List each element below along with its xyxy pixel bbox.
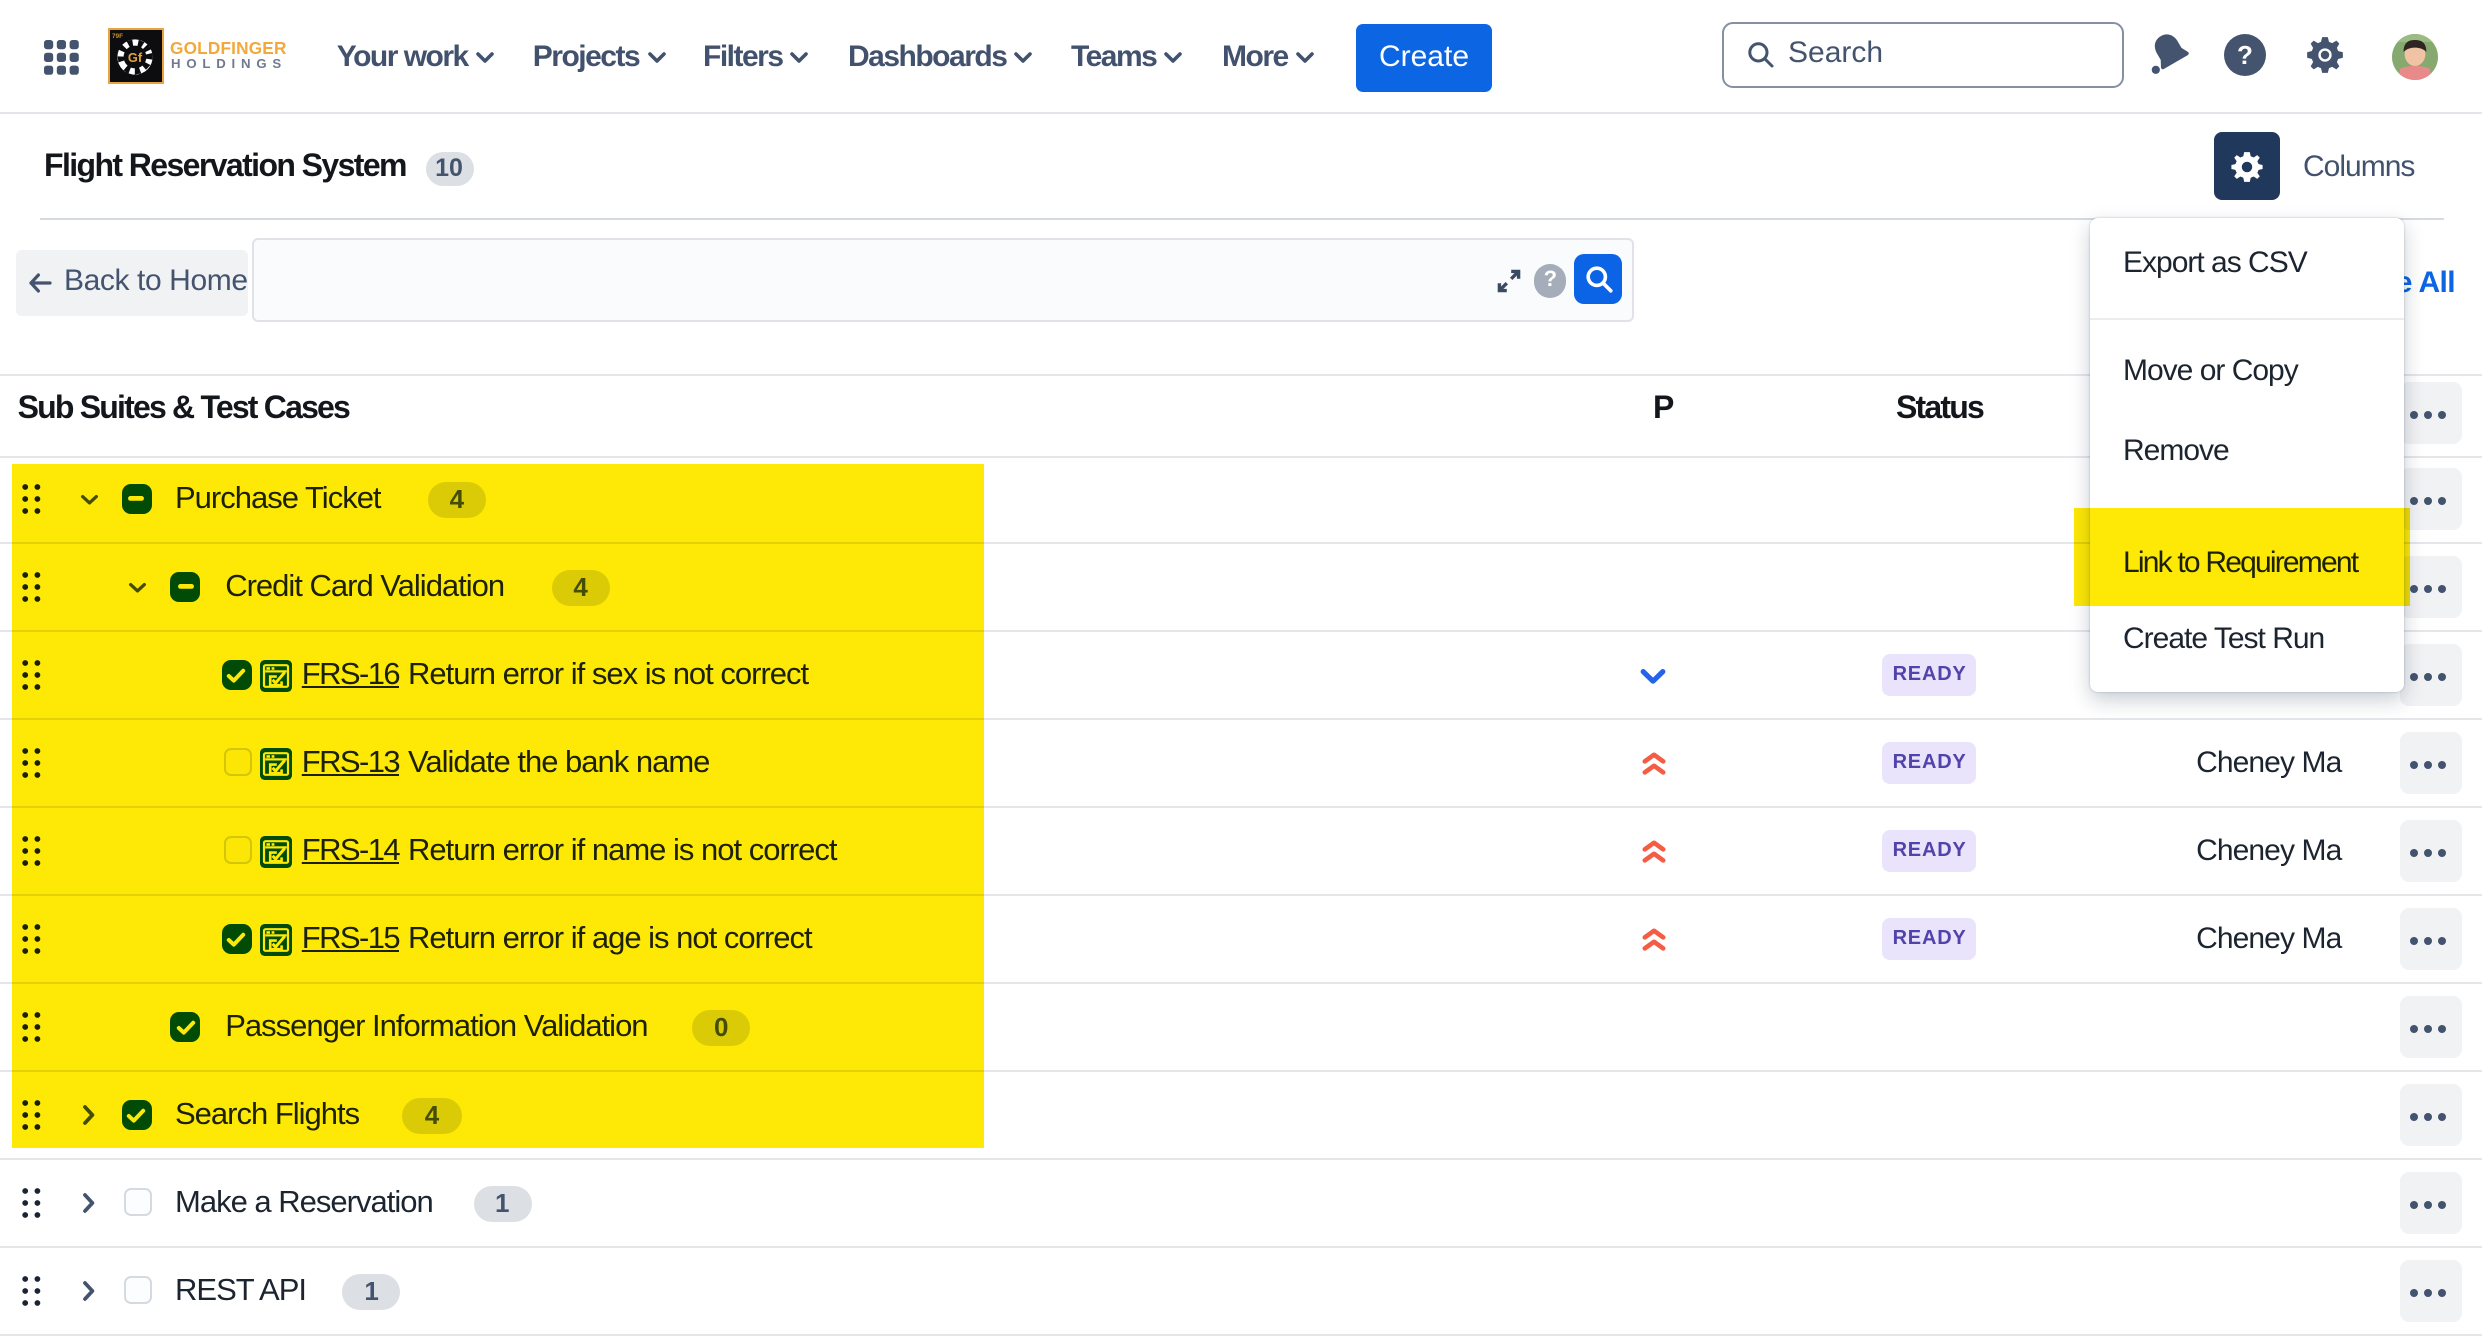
svg-text:Gf: Gf bbox=[128, 50, 143, 65]
